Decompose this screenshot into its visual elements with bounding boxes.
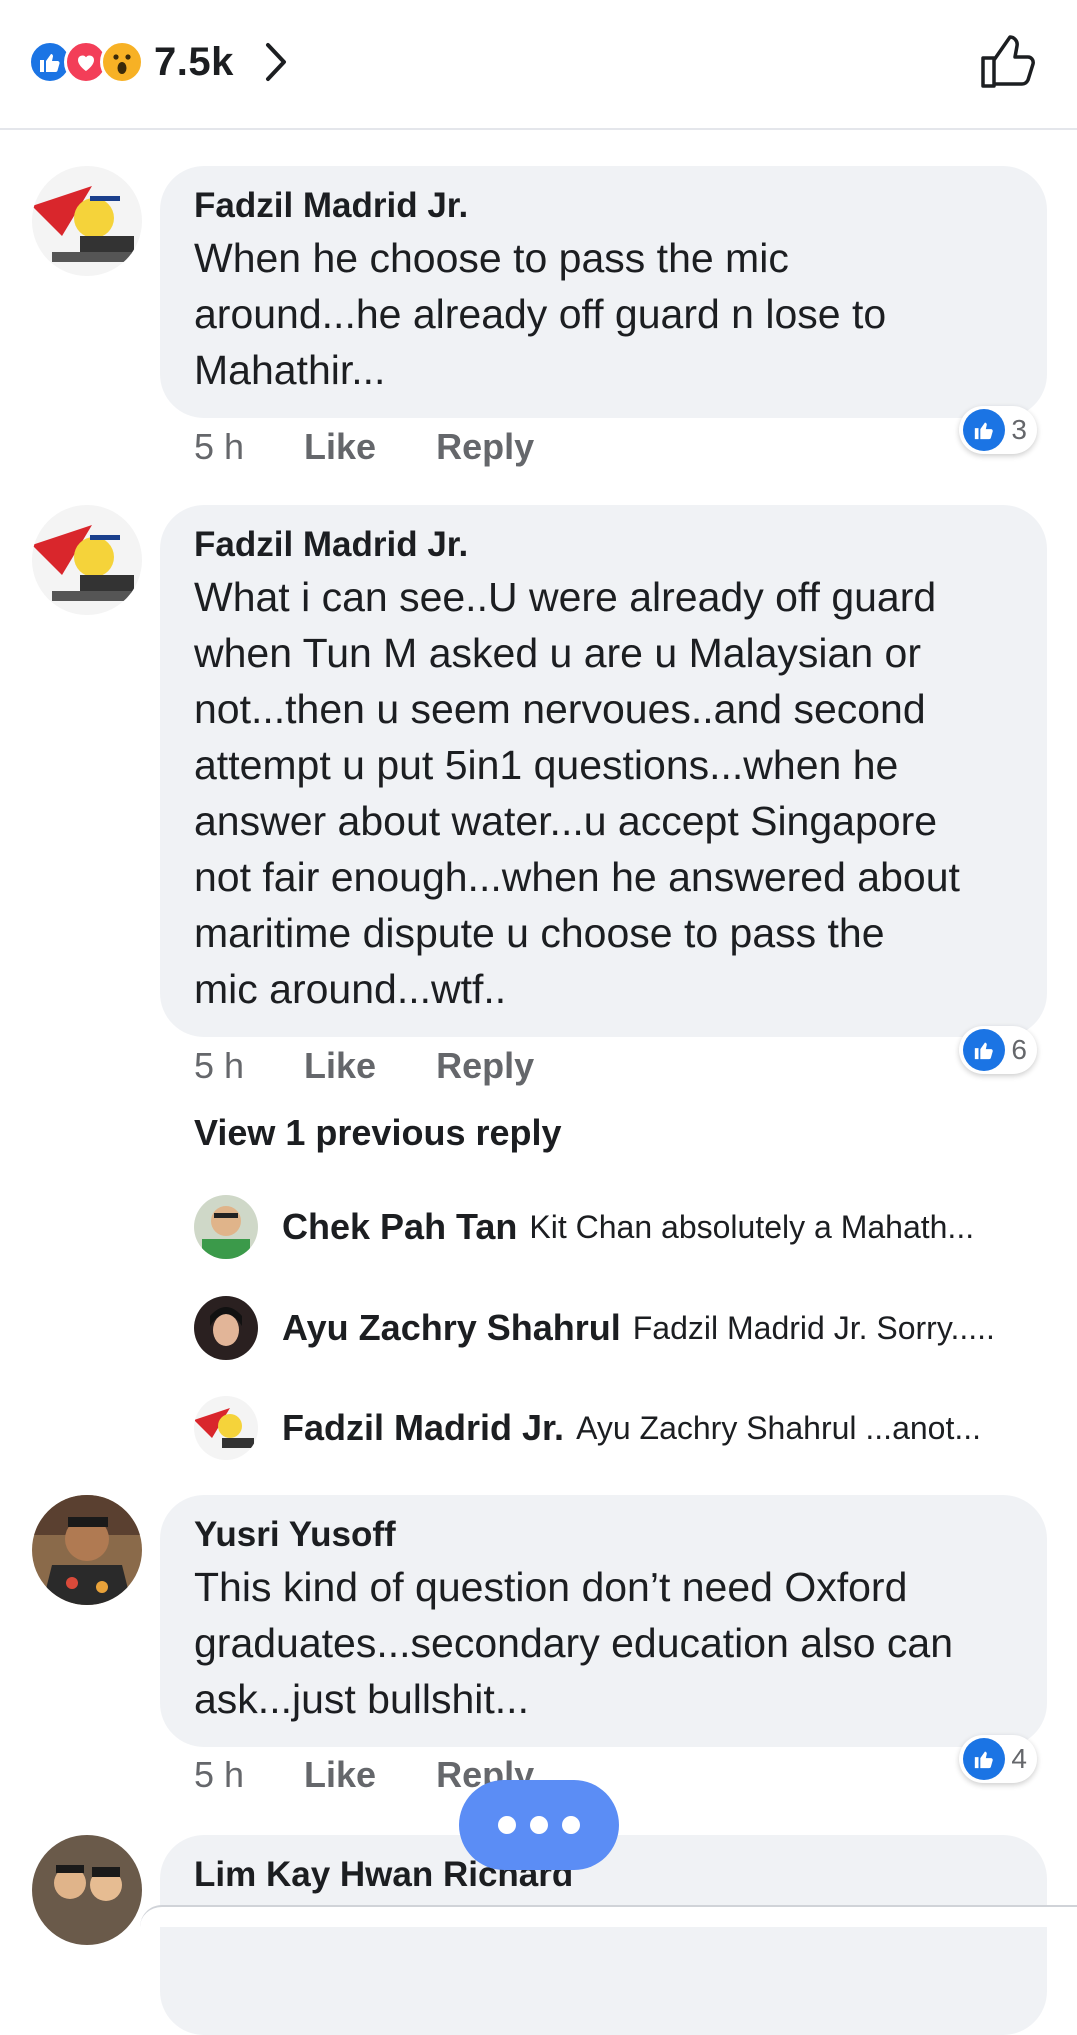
comment-actions: 5 h Like Reply (194, 1045, 534, 1087)
like-link[interactable]: Like (304, 1754, 376, 1796)
avatar[interactable] (32, 1835, 142, 1945)
wow-icon (100, 40, 144, 84)
comment-bubble[interactable]: Fadzil Madrid Jr. What i can see..U were… (160, 505, 1047, 1037)
like-link[interactable]: Like (304, 1045, 376, 1087)
comment-author[interactable]: Fadzil Madrid Jr. (194, 186, 1013, 226)
like-icon (963, 1738, 1006, 1780)
comment-text: This kind of question don’t need Oxford … (194, 1559, 1013, 1727)
reaction-number: 4 (1011, 1743, 1027, 1774)
dot-icon (498, 1816, 516, 1834)
reaction-count-badge[interactable]: 4 (959, 1735, 1037, 1783)
like-button-icon[interactable] (979, 34, 1037, 95)
comment-line: attempt u put 5in1 questions...when he (194, 742, 899, 788)
reply-text: Fadzil Madrid Jr. Sorry..... (632, 1309, 995, 1346)
comment-author[interactable]: Lim Kay Hwan Richard (194, 1855, 1013, 1895)
comment-line: This kind of question don’t need Oxford (194, 1564, 908, 1610)
like-icon (963, 1029, 1006, 1071)
comment-line: When he choose to pass the mic (194, 235, 789, 281)
chevron-right-icon[interactable] (260, 41, 290, 83)
comment-line: maritime dispute u choose to pass the (194, 910, 885, 956)
like-link[interactable]: Like (304, 426, 376, 468)
comment-line: ask...just bullshit... (194, 1676, 529, 1722)
comment-line: around...he already off guard n lose to (194, 291, 887, 337)
comment-time: 5 h (194, 426, 245, 467)
reply-link[interactable]: Reply (436, 1045, 534, 1087)
comment-line: not fair enough...when he answered about (194, 854, 960, 900)
reply-row[interactable]: Ayu Zachry Shahrul Fadzil Madrid Jr. Sor… (194, 1296, 995, 1360)
reply-text: Kit Chan absolutely a Mahath... (529, 1208, 975, 1245)
reaction-summary[interactable]: 7.5k (28, 38, 290, 86)
comment-actions: 5 h Like Reply (194, 426, 534, 468)
reactions-header: 7.5k (0, 0, 1077, 130)
avatar[interactable] (32, 505, 142, 615)
reaction-count-badge[interactable]: 3 (959, 406, 1037, 454)
comment-line: not...then u seem nervoues..and second (194, 686, 926, 732)
comment-line: graduates...secondary education also can (194, 1620, 954, 1666)
reaction-number: 3 (1011, 414, 1027, 445)
reaction-count: 7.5k (154, 39, 234, 84)
comment-composer-edge[interactable] (140, 1905, 1077, 1927)
comment-line: when Tun M asked u are u Malaysian or (194, 630, 921, 676)
reply-author[interactable]: Ayu Zachry Shahrul (282, 1307, 621, 1349)
comment-bubble[interactable]: Yusri Yusoff This kind of question don’t… (160, 1495, 1047, 1747)
reaction-count-badge[interactable]: 6 (959, 1026, 1037, 1074)
more-options-button[interactable] (459, 1780, 619, 1870)
comment-line: mic around...wtf.. (194, 966, 507, 1012)
like-icon (963, 409, 1006, 451)
comment-text: What i can see..U were already off guard… (194, 569, 1013, 1017)
dot-icon (562, 1816, 580, 1834)
avatar[interactable] (194, 1396, 258, 1460)
comment-text: When he choose to pass the mic around...… (194, 230, 1013, 398)
view-previous-replies[interactable]: View 1 previous reply (194, 1112, 562, 1154)
comment-bubble[interactable]: Fadzil Madrid Jr. When he choose to pass… (160, 166, 1047, 418)
comment-time: 5 h (194, 1754, 245, 1795)
reply-link[interactable]: Reply (436, 426, 534, 468)
comment-line: What i can see..U were already off guard (194, 574, 937, 620)
comment-line: Mahathir... (194, 347, 386, 393)
avatar[interactable] (194, 1195, 258, 1259)
reply-author[interactable]: Chek Pah Tan (282, 1206, 517, 1248)
avatar[interactable] (32, 166, 142, 276)
avatar[interactable] (194, 1296, 258, 1360)
comment-time: 5 h (194, 1045, 245, 1086)
reaction-number: 6 (1011, 1034, 1027, 1065)
comment-line: answer about water...u accept Singapore (194, 798, 938, 844)
comment-author[interactable]: Fadzil Madrid Jr. (194, 525, 1013, 565)
reply-row[interactable]: Fadzil Madrid Jr. Ayu Zachry Shahrul ...… (194, 1396, 981, 1460)
avatar[interactable] (32, 1495, 142, 1605)
reply-text: Ayu Zachry Shahrul ...anot... (576, 1409, 982, 1446)
dot-icon (530, 1816, 548, 1834)
comment-bubble[interactable]: Lim Kay Hwan Richard (160, 1835, 1047, 2035)
comment-author[interactable]: Yusri Yusoff (194, 1515, 1013, 1555)
reply-author[interactable]: Fadzil Madrid Jr. (282, 1407, 564, 1449)
reply-row[interactable]: Chek Pah Tan Kit Chan absolutely a Mahat… (194, 1195, 974, 1259)
